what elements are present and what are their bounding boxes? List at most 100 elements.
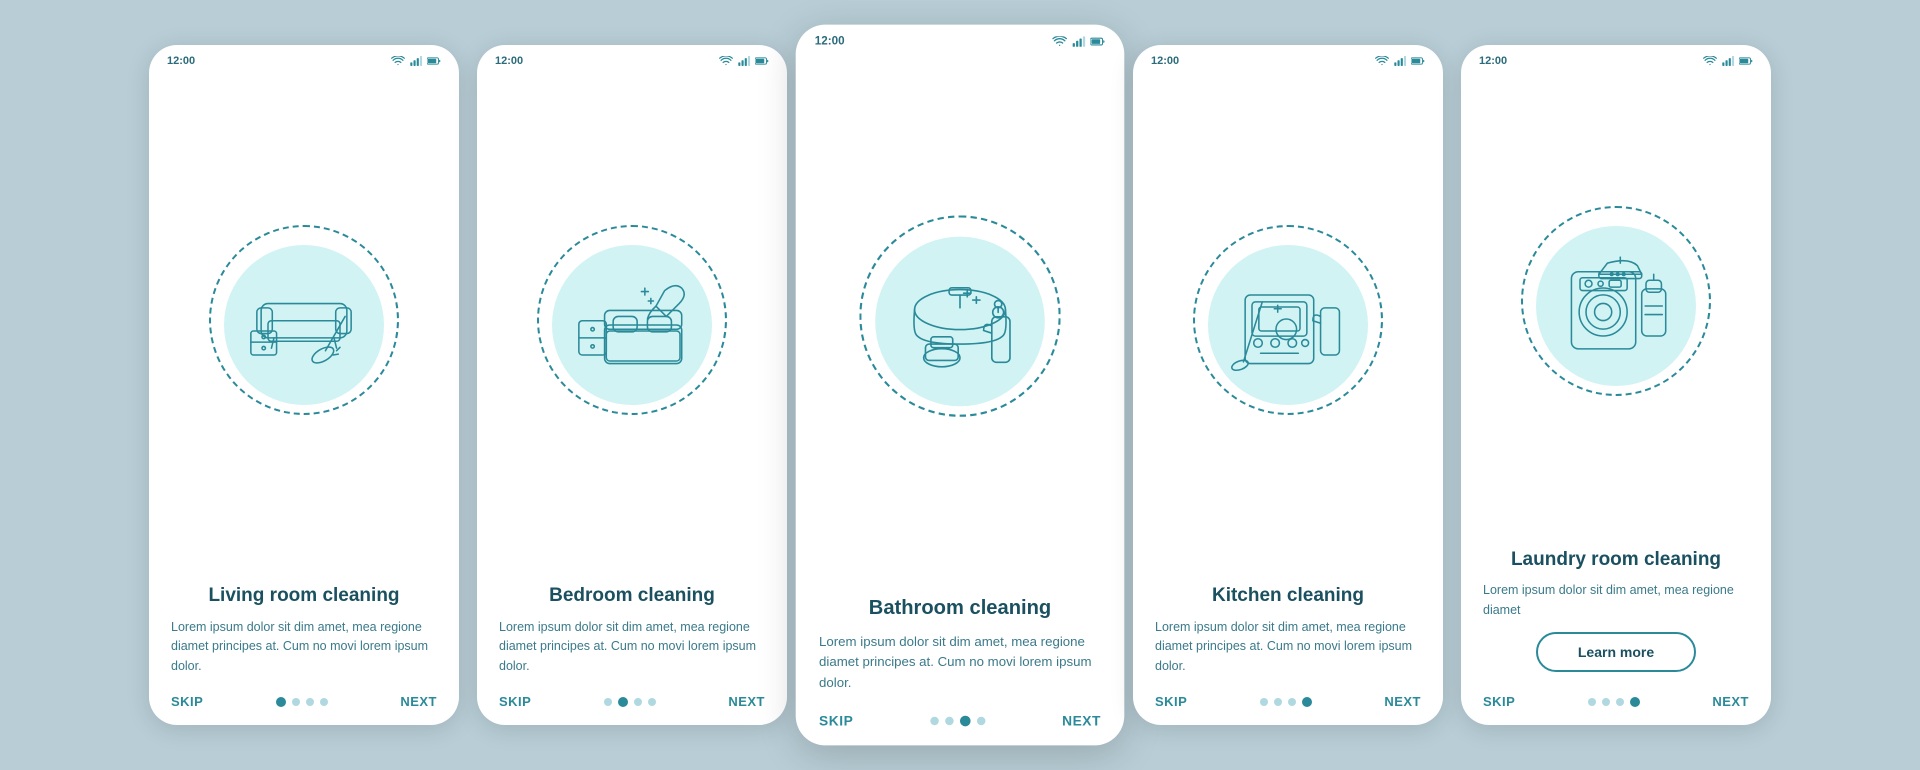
- wifi-icon-4: [1375, 56, 1389, 66]
- illustration-circle-5: [1536, 226, 1696, 386]
- dot-1-0: [276, 697, 286, 707]
- dot-5-1: [1602, 698, 1610, 706]
- illustration-circle-3: [875, 236, 1045, 406]
- status-bar-4: 12:00: [1133, 45, 1443, 71]
- wifi-icon-3: [1052, 36, 1067, 47]
- screen-nav-2: SKIP NEXT: [477, 684, 787, 725]
- dot-5-3: [1630, 697, 1640, 707]
- dot-4-3: [1302, 697, 1312, 707]
- skip-button-5[interactable]: SKIP: [1483, 694, 1515, 709]
- illustration-circle: [224, 245, 384, 405]
- dot-1-1: [292, 698, 300, 706]
- status-bar-1: 12:00: [149, 45, 459, 71]
- time-5: 12:00: [1479, 55, 1507, 67]
- skip-button-4[interactable]: SKIP: [1155, 694, 1187, 709]
- screen-desc-4: Lorem ipsum dolor sit dim amet, mea regi…: [1155, 618, 1421, 676]
- dot-3-2: [960, 715, 971, 726]
- screen-title-1: Living room cleaning: [171, 584, 437, 608]
- time-4: 12:00: [1151, 55, 1179, 67]
- status-bar-3: 12:00: [796, 25, 1125, 53]
- signal-icon-4: [1393, 56, 1407, 66]
- wifi-icon-5: [1703, 56, 1717, 66]
- status-icons-5: [1703, 56, 1753, 66]
- screen-nav-4: SKIP NEXT: [1133, 684, 1443, 725]
- skip-button-2[interactable]: SKIP: [499, 694, 531, 709]
- screen-desc-2: Lorem ipsum dolor sit dim amet, mea regi…: [499, 618, 765, 676]
- laundry-svg: [1556, 246, 1676, 366]
- screen-title-4: Kitchen cleaning: [1155, 584, 1421, 608]
- illustration-living-room: [149, 71, 459, 568]
- kitchen-svg: [1228, 265, 1348, 385]
- learn-more-button[interactable]: Learn more: [1536, 632, 1696, 672]
- nav-dots-3: [930, 715, 985, 726]
- battery-icon-2: [755, 56, 769, 66]
- dot-2-1: [618, 697, 628, 707]
- status-bar-5: 12:00: [1461, 45, 1771, 71]
- illustration-laundry: [1461, 71, 1771, 532]
- dot-3-0: [930, 716, 938, 724]
- battery-icon-3: [1090, 36, 1105, 47]
- nav-dots-2: [604, 697, 656, 707]
- signal-icon: [409, 56, 423, 66]
- dot-4-0: [1260, 698, 1268, 706]
- illustration-circle-4: [1208, 245, 1368, 405]
- signal-icon-3: [1071, 36, 1086, 47]
- next-button-3[interactable]: NEXT: [1062, 713, 1101, 729]
- illustration-kitchen: [1133, 71, 1443, 568]
- nav-dots-1: [276, 697, 328, 707]
- status-icons-4: [1375, 56, 1425, 66]
- bedroom-svg: [572, 265, 692, 385]
- next-button-1[interactable]: NEXT: [400, 694, 437, 709]
- battery-icon-5: [1739, 56, 1753, 66]
- dot-4-2: [1288, 698, 1296, 706]
- screen-desc-5: Lorem ipsum dolor sit dim amet, mea regi…: [1483, 581, 1749, 620]
- dot-2-0: [604, 698, 612, 706]
- illustration-bedroom: [477, 71, 787, 568]
- screen-laundry: 12:00: [1461, 45, 1771, 725]
- screen-content-5: Laundry room cleaning Lorem ipsum dolor …: [1461, 532, 1771, 685]
- screen-content-4: Kitchen cleaning Lorem ipsum dolor sit d…: [1133, 568, 1443, 684]
- screen-content-1: Living room cleaning Lorem ipsum dolor s…: [149, 568, 459, 684]
- next-button-2[interactable]: NEXT: [728, 694, 765, 709]
- screen-bathroom: 12:00: [796, 25, 1125, 746]
- nav-dots-4: [1260, 697, 1312, 707]
- dot-5-0: [1588, 698, 1596, 706]
- dot-2-2: [634, 698, 642, 706]
- skip-button-1[interactable]: SKIP: [171, 694, 203, 709]
- screen-title-3: Bathroom cleaning: [819, 596, 1101, 621]
- illustration-circle-2: [552, 245, 712, 405]
- wifi-icon: [391, 56, 405, 66]
- screen-content-2: Bedroom cleaning Lorem ipsum dolor sit d…: [477, 568, 787, 684]
- status-icons-2: [719, 56, 769, 66]
- screen-title-2: Bedroom cleaning: [499, 584, 765, 608]
- time-3: 12:00: [815, 35, 845, 48]
- screens-container: 12:00: [149, 45, 1771, 725]
- screen-nav-3: SKIP NEXT: [796, 702, 1125, 745]
- screen-desc-3: Lorem ipsum dolor sit dim amet, mea regi…: [819, 632, 1101, 694]
- bathroom-svg: [896, 257, 1023, 384]
- next-button-4[interactable]: NEXT: [1384, 694, 1421, 709]
- dot-2-3: [648, 698, 656, 706]
- signal-icon-5: [1721, 56, 1735, 66]
- wifi-icon-2: [719, 56, 733, 66]
- status-bar-2: 12:00: [477, 45, 787, 71]
- dot-3-1: [945, 716, 953, 724]
- screen-nav-1: SKIP NEXT: [149, 684, 459, 725]
- screen-living-room: 12:00: [149, 45, 459, 725]
- dot-4-1: [1274, 698, 1282, 706]
- skip-button-3[interactable]: SKIP: [819, 713, 853, 729]
- time-1: 12:00: [167, 55, 195, 67]
- dot-1-3: [320, 698, 328, 706]
- status-icons-3: [1052, 36, 1105, 47]
- dot-5-2: [1616, 698, 1624, 706]
- battery-icon: [427, 56, 441, 66]
- screen-title-5: Laundry room cleaning: [1483, 548, 1749, 572]
- nav-dots-5: [1588, 697, 1640, 707]
- illustration-bathroom: [796, 52, 1125, 579]
- status-icons-1: [391, 56, 441, 66]
- screen-desc-1: Lorem ipsum dolor sit dim amet, mea regi…: [171, 618, 437, 676]
- next-button-5[interactable]: NEXT: [1712, 694, 1749, 709]
- screen-kitchen: 12:00: [1133, 45, 1443, 725]
- time-2: 12:00: [495, 55, 523, 67]
- screen-content-3: Bathroom cleaning Lorem ipsum dolor sit …: [796, 579, 1125, 702]
